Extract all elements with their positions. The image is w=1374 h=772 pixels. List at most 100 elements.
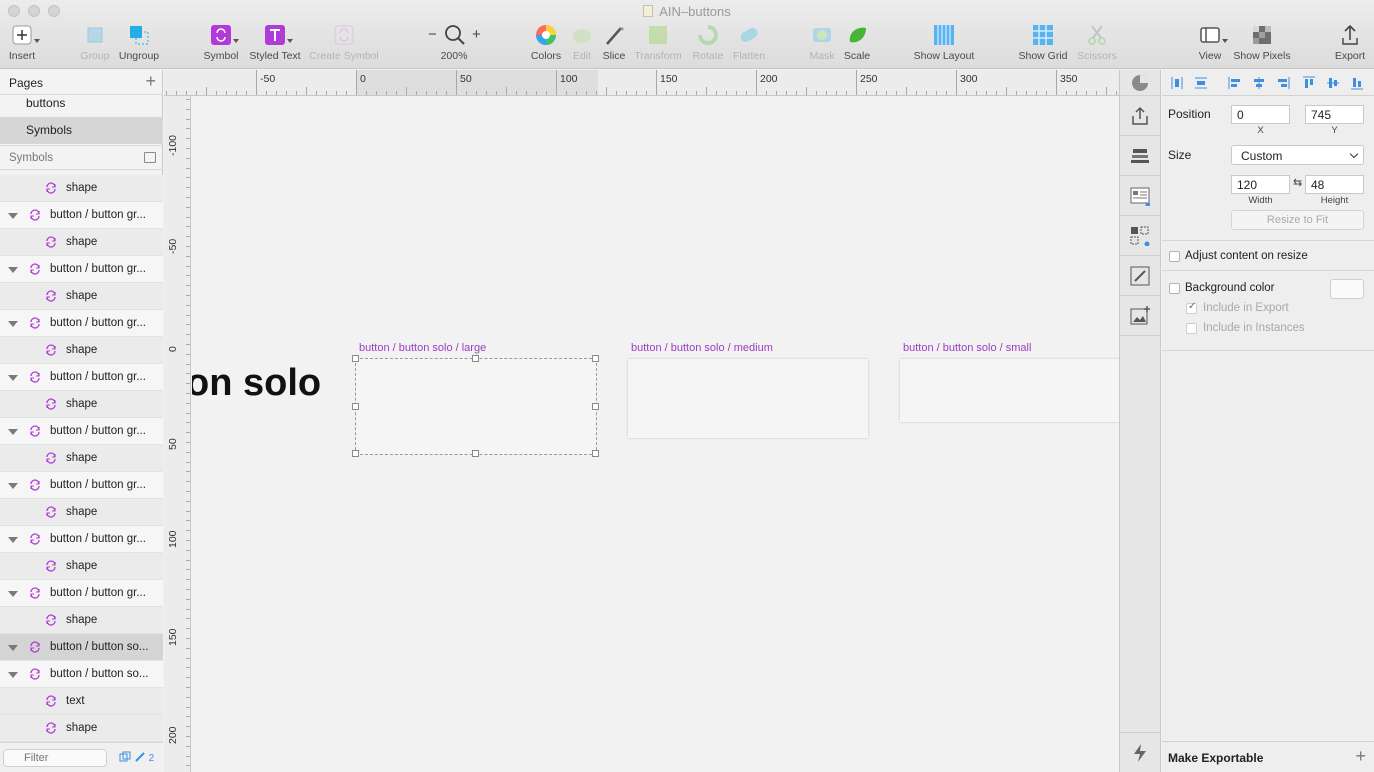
slice-button[interactable]: Slice	[600, 24, 628, 62]
rotate-button[interactable]: Rotate	[690, 24, 726, 62]
layer-row[interactable]: button / button gr...	[0, 418, 163, 445]
add-export-button[interactable]: +	[1355, 746, 1366, 767]
export-tab[interactable]	[1120, 96, 1160, 136]
disclosure-triangle-icon[interactable]	[8, 645, 18, 651]
show-grid-button[interactable]: Show Grid	[1016, 24, 1070, 62]
align-center-icon[interactable]	[1252, 76, 1266, 90]
y-position-field[interactable]	[1305, 105, 1364, 124]
disclosure-triangle-icon[interactable]	[8, 591, 18, 597]
layer-row[interactable]: button / button gr...	[0, 364, 163, 391]
flatten-button[interactable]: Flatten	[730, 24, 768, 62]
zoom-out-button[interactable]: −	[428, 26, 437, 43]
height-field[interactable]	[1305, 175, 1364, 194]
artboard-title-small[interactable]: button / button solo / small	[903, 342, 1031, 354]
align-right-icon[interactable]	[1276, 76, 1290, 90]
layer-row[interactable]: shape	[0, 391, 163, 418]
artboard-title-medium[interactable]: button / button solo / medium	[631, 342, 773, 354]
resize-to-fit-button[interactable]: Resize to Fit	[1231, 210, 1364, 230]
disclosure-triangle-icon[interactable]	[8, 267, 18, 273]
layer-row[interactable]: shape	[0, 553, 163, 580]
artboard-medium[interactable]	[628, 359, 868, 438]
disclosure-triangle-icon[interactable]	[8, 429, 18, 435]
group-button[interactable]: Group	[78, 24, 112, 62]
transform-button[interactable]: Transform	[632, 24, 684, 62]
align-middle-icon[interactable]	[1326, 76, 1340, 90]
vertical-ruler[interactable]: -100 -50 0 50 100 150 200	[164, 96, 191, 772]
layer-row[interactable]: shape	[0, 499, 163, 526]
resize-handle[interactable]	[352, 355, 359, 362]
disclosure-triangle-icon[interactable]	[8, 213, 18, 219]
layer-row[interactable]: button / button gr...	[0, 472, 163, 499]
style-tab[interactable]	[1120, 70, 1160, 96]
export-button[interactable]: Export	[1332, 24, 1368, 62]
x-position-field[interactable]	[1231, 105, 1290, 124]
symbol-button[interactable]: Symbol	[202, 24, 240, 62]
symbols-tab[interactable]	[1120, 176, 1160, 216]
layer-row[interactable]: shape	[0, 445, 163, 472]
show-layout-button[interactable]: Show Layout	[912, 24, 976, 62]
show-pixels-button[interactable]: Show Pixels	[1232, 24, 1292, 62]
resize-handle[interactable]	[352, 403, 359, 410]
page-item-symbols[interactable]: Symbols	[0, 117, 163, 144]
layer-row[interactable]: shape	[0, 715, 163, 742]
collapse-icon[interactable]	[144, 152, 156, 163]
components-tab[interactable]	[1120, 216, 1160, 256]
add-page-button[interactable]: +	[145, 71, 156, 92]
layer-row[interactable]: shape	[0, 229, 163, 256]
scissors-button[interactable]: Scissors	[1074, 24, 1120, 62]
mask-button[interactable]: Mask	[806, 24, 838, 62]
create-symbol-button[interactable]: Create Symbol	[308, 24, 380, 62]
layer-row[interactable]: button / button so...	[0, 661, 163, 688]
disclosure-triangle-icon[interactable]	[8, 483, 18, 489]
layer-row[interactable]: shape	[0, 607, 163, 634]
resize-handle[interactable]	[592, 403, 599, 410]
layer-row[interactable]: button / button gr...	[0, 256, 163, 283]
colors-button[interactable]: Colors	[526, 24, 566, 62]
canvas-text[interactable]: on solo	[192, 362, 321, 405]
layer-row[interactable]: button / button so...	[0, 634, 163, 661]
layer-row[interactable]: text	[0, 688, 163, 715]
layer-row[interactable]: shape	[0, 175, 163, 202]
view-button[interactable]: View	[1194, 24, 1228, 62]
width-field[interactable]	[1231, 175, 1290, 194]
image-tab[interactable]	[1120, 296, 1160, 336]
disclosure-triangle-icon[interactable]	[8, 537, 18, 543]
include-in-instances-checkbox[interactable]	[1186, 323, 1197, 334]
filter-input[interactable]	[3, 749, 107, 767]
layers-tab[interactable]	[1120, 136, 1160, 176]
artboard-small[interactable]	[900, 359, 1119, 422]
resize-handle[interactable]	[472, 355, 479, 362]
resize-handle[interactable]	[592, 450, 599, 457]
include-in-export-checkbox[interactable]	[1186, 301, 1197, 314]
background-color-well[interactable]	[1330, 279, 1364, 299]
artboard-title-large[interactable]: button / button solo / large	[359, 342, 486, 354]
layer-row[interactable]: button / button gr...	[0, 526, 163, 553]
make-exportable-section[interactable]: Make Exportable +	[1162, 741, 1374, 772]
align-bottom-icon[interactable]	[1350, 76, 1364, 90]
distribute-horizontal-icon[interactable]	[1170, 76, 1184, 90]
align-left-icon[interactable]	[1228, 76, 1242, 90]
resize-handle[interactable]	[352, 450, 359, 457]
disclosure-triangle-icon[interactable]	[8, 321, 18, 327]
footer-tools[interactable]: 2	[119, 751, 154, 764]
styled-text-button[interactable]: Styled Text	[246, 24, 304, 62]
background-color-checkbox[interactable]	[1169, 283, 1180, 294]
disclosure-triangle-icon[interactable]	[8, 375, 18, 381]
resize-handle[interactable]	[472, 450, 479, 457]
zoom-control[interactable]: − + 200%	[422, 24, 486, 62]
align-top-icon[interactable]	[1302, 76, 1316, 90]
resize-handle[interactable]	[592, 355, 599, 362]
layer-row[interactable]: button / button gr...	[0, 310, 163, 337]
horizontal-ruler[interactable]: -50 0 50 100 150 200 250 300 350	[164, 70, 1119, 96]
insert-button[interactable]: Insert	[6, 24, 40, 62]
edit-button[interactable]: Edit	[568, 24, 596, 62]
size-preset-select[interactable]: Custom	[1231, 145, 1364, 165]
layer-row[interactable]: button / button gr...	[0, 580, 163, 607]
disclosure-triangle-icon[interactable]	[8, 672, 18, 678]
layer-row[interactable]: shape	[0, 283, 163, 310]
artboard-large[interactable]	[352, 355, 599, 457]
layer-row[interactable]: button / button gr...	[0, 202, 163, 229]
lock-proportions-icon[interactable]: ⇆	[1293, 176, 1302, 189]
zoom-in-button[interactable]: +	[472, 26, 481, 43]
canvas[interactable]: on solo button / button solo / large but…	[192, 97, 1119, 772]
